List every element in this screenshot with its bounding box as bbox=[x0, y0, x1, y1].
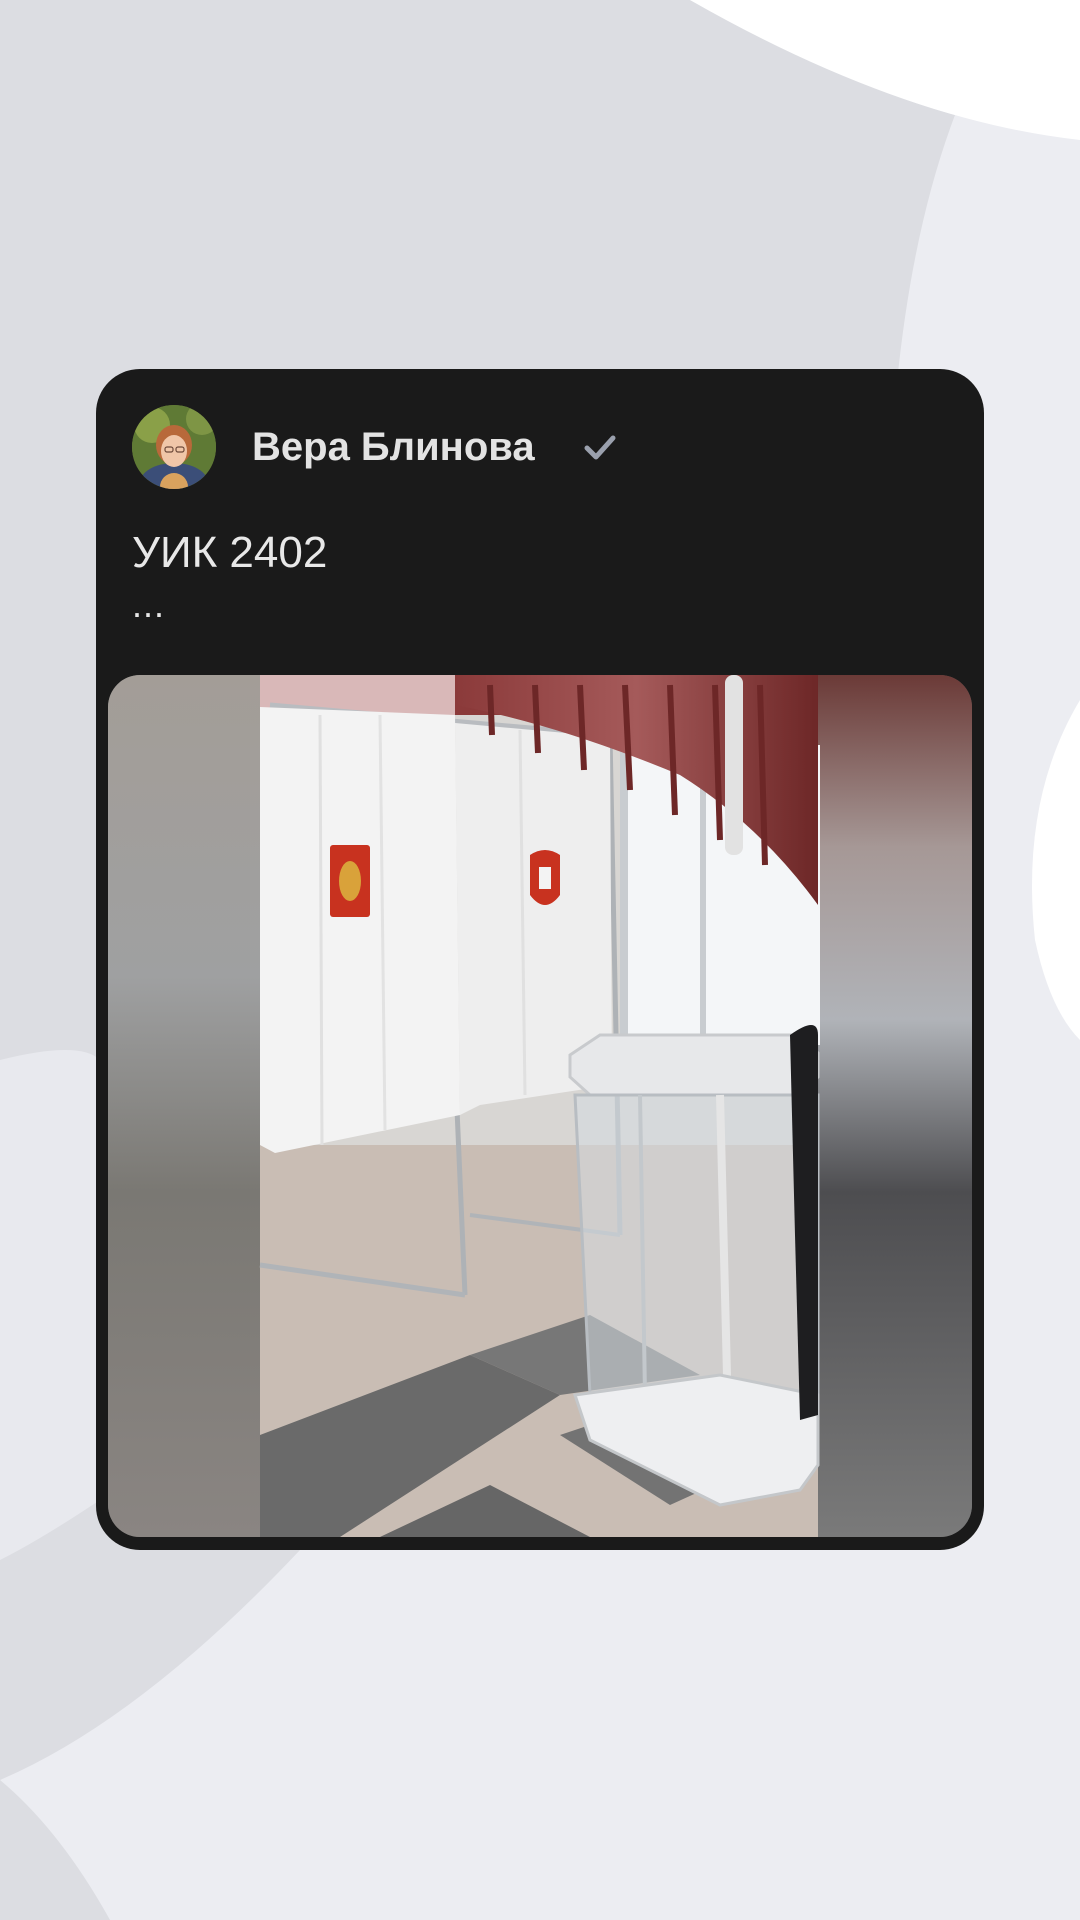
checkmark-icon bbox=[584, 435, 616, 460]
post-text: УИК 2402 bbox=[132, 528, 328, 577]
show-more-link[interactable]: ... bbox=[132, 585, 165, 625]
post-photo[interactable] bbox=[108, 675, 972, 1537]
post-card[interactable]: Вера Блинова УИК 2402 ... bbox=[96, 369, 984, 1550]
avatar[interactable] bbox=[132, 405, 216, 489]
post-header: Вера Блинова bbox=[132, 405, 948, 489]
author-name[interactable]: Вера Блинова bbox=[252, 425, 535, 469]
